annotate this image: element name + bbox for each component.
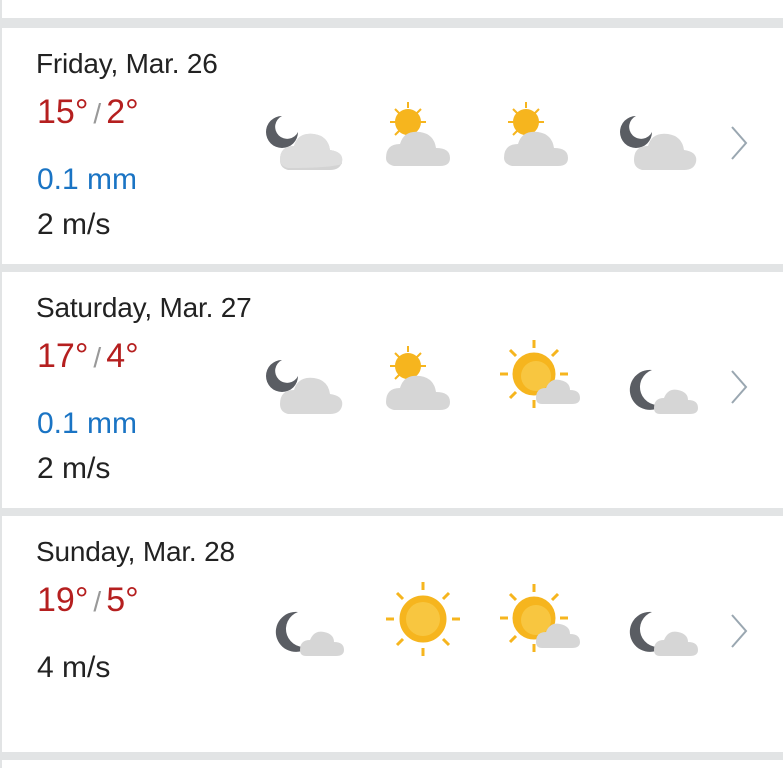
forecast-card-partial[interactable] [2,0,783,18]
temp-high: 17° [37,337,89,375]
precipitation: 0.1 mm [37,163,138,196]
day-name: Saturday, Mar. 27 [36,292,252,323]
chevron-right-icon[interactable] [728,611,750,651]
wind-speed: 2 m/s [37,452,111,485]
temp-separator: / [93,98,102,129]
sun-cloud-icon [386,102,450,166]
temperature-range: 17°/4° [37,337,139,376]
forecast-card-day-1[interactable]: Friday, Mar. 26 15°/2° 0.1 mm 2 m/s [2,28,783,264]
precipitation: 0.1 mm [37,407,138,440]
forecast-card-day-2[interactable]: Saturday, Mar. 27 17°/4° 0.1 mm 2 m/s [2,272,783,508]
forecast-card-day-3[interactable]: Sunday, Mar. 28 19°/5° 4 m/s [2,516,783,752]
moon-cloud-icon [266,116,343,170]
sun-cloud-icon [504,102,568,166]
moon-small-cloud-icon [629,611,698,656]
sun-cloud-icon [386,346,450,410]
temp-separator: / [93,586,102,617]
temp-separator: / [93,342,102,373]
moon-cloud-icon [266,360,343,414]
temperature-range: 19°/5° [37,581,139,620]
wind-speed: 2 m/s [37,208,111,241]
day-name: Sunday, Mar. 28 [36,536,235,567]
wind-speed: 4 m/s [37,651,111,684]
temp-low: 4° [106,337,139,375]
sun-icon [386,582,460,656]
moon-small-cloud-icon [275,611,344,656]
sun-small-cloud-icon [500,584,580,652]
forecast-list: Friday, Mar. 26 15°/2° 0.1 mm 2 m/s Satu… [0,0,783,768]
moon-small-cloud-icon [629,369,698,414]
temp-high: 15° [37,93,89,131]
moon-cloud-icon [620,116,697,170]
temperature-range: 15°/2° [37,93,139,132]
chevron-right-icon[interactable] [728,367,750,407]
temp-low: 5° [106,581,139,619]
chevron-right-icon[interactable] [728,123,750,163]
temp-high: 19° [37,581,89,619]
temp-low: 2° [106,93,139,131]
forecast-card-partial-bottom[interactable] [2,760,783,768]
sun-small-cloud-icon [500,340,580,408]
day-name: Friday, Mar. 26 [36,48,218,79]
